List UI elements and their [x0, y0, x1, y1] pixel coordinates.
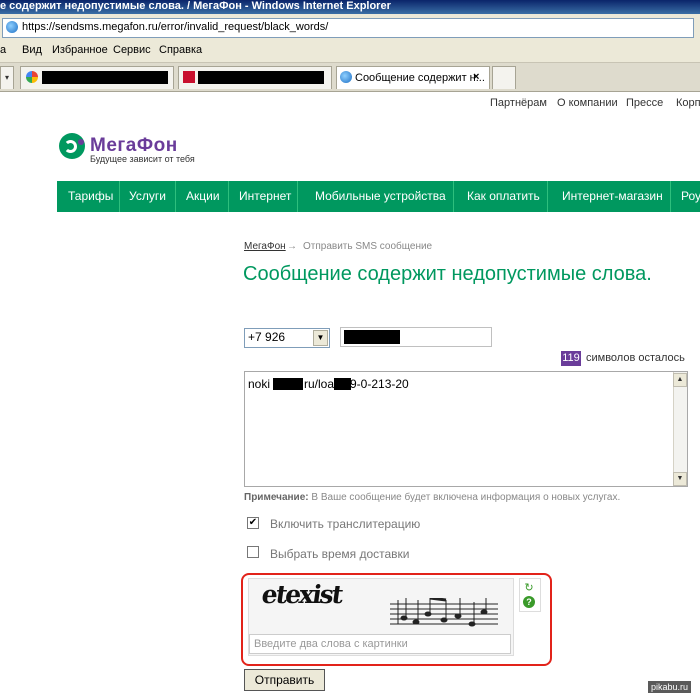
captcha-word-1: etexist [259, 580, 344, 609]
window-title-bar: е содержит недопустимые слова. / МегаФон… [0, 0, 700, 14]
topnav-about[interactable]: О компании [557, 97, 618, 109]
redacted-message-part [273, 378, 303, 390]
ie-page-icon [6, 21, 18, 33]
nav-services[interactable]: Услуги [129, 189, 166, 203]
new-tab-button[interactable] [492, 66, 516, 89]
submit-button[interactable]: Отправить [244, 669, 325, 691]
nav-separator [453, 181, 454, 212]
scroll-up-icon[interactable]: ▲ [673, 373, 687, 387]
watermark: pikabu.ru [648, 681, 692, 693]
nav-devices[interactable]: Мобильные устройства [315, 189, 446, 203]
message-scrollbar[interactable] [673, 372, 687, 485]
google-favicon-icon [26, 71, 38, 83]
redacted-phone-number [344, 330, 400, 344]
menu-item-view[interactable]: Вид [22, 44, 42, 56]
nav-roaming[interactable]: Роу [681, 189, 700, 203]
captcha-placeholder: Введите два слова с картинки [254, 638, 408, 650]
breadcrumb-arrow: → [287, 241, 297, 252]
window-title: е содержит недопустимые слова. / МегаФон… [0, 0, 391, 12]
help-icon[interactable]: ? [523, 596, 535, 608]
nav-payment[interactable]: Как оплатить [467, 189, 540, 203]
char-counter-label: символов осталось [586, 352, 685, 364]
site-favicon-icon [183, 71, 195, 83]
nav-tariffs[interactable]: Тарифы [68, 189, 113, 203]
ie-tab-icon [340, 71, 352, 83]
topnav-partners[interactable]: Партнёрам [490, 97, 547, 109]
nav-internet[interactable]: Интернет [239, 189, 291, 203]
char-counter-badge: 119 [561, 351, 581, 366]
close-tab-icon[interactable]: × [473, 71, 479, 83]
breadcrumb-home[interactable]: МегаФон [244, 241, 286, 252]
nav-separator [119, 181, 120, 212]
page-title: Сообщение содержит недопустимые слова. [243, 263, 652, 285]
redacted-tab-title [42, 71, 168, 84]
redacted-tab-title [198, 71, 324, 84]
breadcrumb-current: Отправить SMS сообщение [303, 241, 433, 252]
message-note: Примечание: В Ваше сообщение будет включ… [244, 492, 620, 503]
message-text-part2: ru/loa [304, 377, 335, 391]
delivery-time-label[interactable]: Выбрать время доставки [270, 547, 410, 561]
chevron-down-icon[interactable]: ▼ [313, 330, 328, 346]
menu-item-tools[interactable]: Сервис [113, 44, 151, 56]
message-text-part3: 9-0-213-20 [350, 377, 409, 391]
nav-separator [670, 181, 671, 212]
nav-separator [228, 181, 229, 212]
translit-checkbox[interactable]: ✔ [247, 517, 259, 529]
phone-prefix-value: +7 926 [248, 330, 286, 344]
message-text-part1: noki [248, 377, 271, 391]
note-text: В Ваше сообщение будет включена информац… [311, 492, 621, 503]
menu-item-help[interactable]: Справка [159, 44, 202, 56]
address-text[interactable]: https://sendsms.megafon.ru/error/invalid… [22, 21, 328, 33]
nav-separator [547, 181, 548, 212]
menu-item-edit[interactable]: а [0, 44, 6, 56]
logo-dot [78, 139, 84, 145]
nav-shop[interactable]: Интернет-магазин [562, 189, 663, 203]
nav-promotions[interactable]: Акции [186, 189, 220, 203]
topnav-corporate[interactable]: Корп [676, 97, 700, 109]
captcha-music-notation [390, 598, 498, 627]
nav-separator [175, 181, 176, 212]
translit-label[interactable]: Включить транслитерацию [270, 517, 420, 531]
logo-tagline: Будущее зависит от тебя [90, 154, 195, 164]
refresh-icon[interactable]: ↻ [523, 582, 535, 594]
scroll-down-icon[interactable]: ▼ [673, 472, 687, 486]
note-label: Примечание: [244, 492, 309, 503]
megafon-logo-icon[interactable] [59, 133, 85, 159]
redacted-message-part [334, 378, 351, 390]
delivery-time-checkbox[interactable] [247, 546, 259, 558]
tab-megafon-label: Сообщение содержит н... [355, 72, 485, 84]
tab-list-button[interactable]: ▾ [0, 66, 14, 89]
topnav-press[interactable]: Прессе [626, 97, 663, 109]
menu-item-favorites[interactable]: Избранное [52, 44, 108, 56]
nav-separator [297, 181, 298, 212]
